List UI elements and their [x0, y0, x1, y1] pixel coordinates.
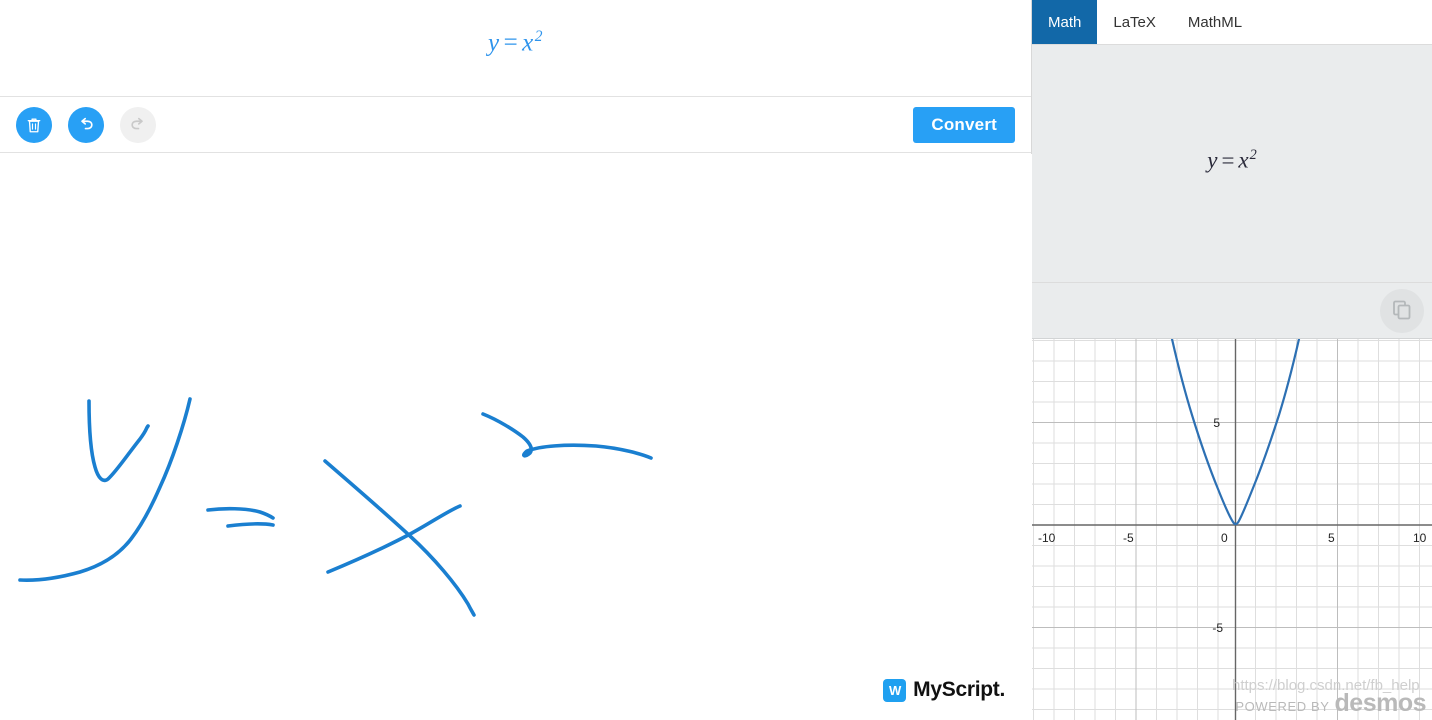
- result-expression: y = x2: [1032, 147, 1432, 174]
- ink-stroke-equals-bottom: [226, 522, 275, 528]
- result-rhs-exponent: 2: [1249, 147, 1257, 163]
- x-tick-0: 0: [1221, 531, 1228, 545]
- ink-stroke-y-v: [87, 399, 150, 483]
- format-tab-bar: Math LaTeX MathML: [1032, 0, 1432, 45]
- clear-button[interactable]: [16, 106, 52, 143]
- recognized-operator: =: [503, 29, 519, 57]
- tab-mathml[interactable]: MathML: [1172, 0, 1258, 44]
- undo-arrow-icon: [76, 115, 96, 135]
- desmos-graph[interactable]: -10 -5 0 5 10 5 -5 https://blog.csdn.net…: [1032, 339, 1432, 720]
- ink-stroke-exponent-2: [481, 412, 653, 460]
- trash-icon: [25, 116, 43, 134]
- recognized-lhs: y: [487, 29, 500, 57]
- copy-button[interactable]: [1380, 289, 1424, 333]
- myscript-brand: W MyScript.: [883, 678, 1005, 702]
- result-display: y = x2: [1032, 45, 1432, 283]
- x-tick-10: 10: [1413, 531, 1427, 545]
- ink-stroke-x-2: [326, 504, 462, 574]
- recognized-expression-bar: y = x2: [0, 0, 1031, 97]
- myscript-logo-icon: W: [883, 678, 907, 702]
- result-actions: [1032, 283, 1432, 339]
- handwriting-canvas[interactable]: [0, 154, 1032, 720]
- y-tick-5: 5: [1213, 416, 1220, 430]
- result-operator: =: [1221, 147, 1235, 173]
- tab-latex[interactable]: LaTeX: [1097, 0, 1172, 44]
- copy-icon: [1390, 298, 1414, 325]
- recognized-rhs-base: x: [522, 29, 534, 57]
- result-pane: Math LaTeX MathML y = x2 -10 -5 0 5 10 5…: [1032, 0, 1432, 720]
- x-tick--10: -10: [1038, 531, 1056, 545]
- ink-stroke-y-tail: [18, 397, 192, 582]
- ink-pane: y = x2 Convert W MyScript.: [0, 0, 1032, 720]
- redo-arrow-icon: [128, 115, 148, 135]
- x-tick-5: 5: [1328, 531, 1335, 545]
- myscript-brand-name: MyScript.: [913, 678, 1005, 701]
- result-lhs: y: [1207, 147, 1218, 173]
- ink-stroke-equals-top: [206, 506, 275, 520]
- y-tick--5: -5: [1212, 621, 1223, 635]
- result-rhs-base: x: [1238, 147, 1249, 173]
- recognized-rhs-exponent: 2: [534, 28, 544, 45]
- redo-button[interactable]: [120, 106, 156, 143]
- tab-math[interactable]: Math: [1032, 0, 1098, 44]
- myscript-math-app: y = x2 Convert W MyScript. Math LaTeX Ma…: [0, 0, 1432, 720]
- convert-button[interactable]: Convert: [913, 106, 1015, 143]
- ink-toolbar: Convert: [0, 97, 1031, 153]
- undo-button[interactable]: [68, 106, 104, 143]
- recognized-expression: y = x2: [0, 28, 1031, 57]
- x-tick--5: -5: [1123, 531, 1134, 545]
